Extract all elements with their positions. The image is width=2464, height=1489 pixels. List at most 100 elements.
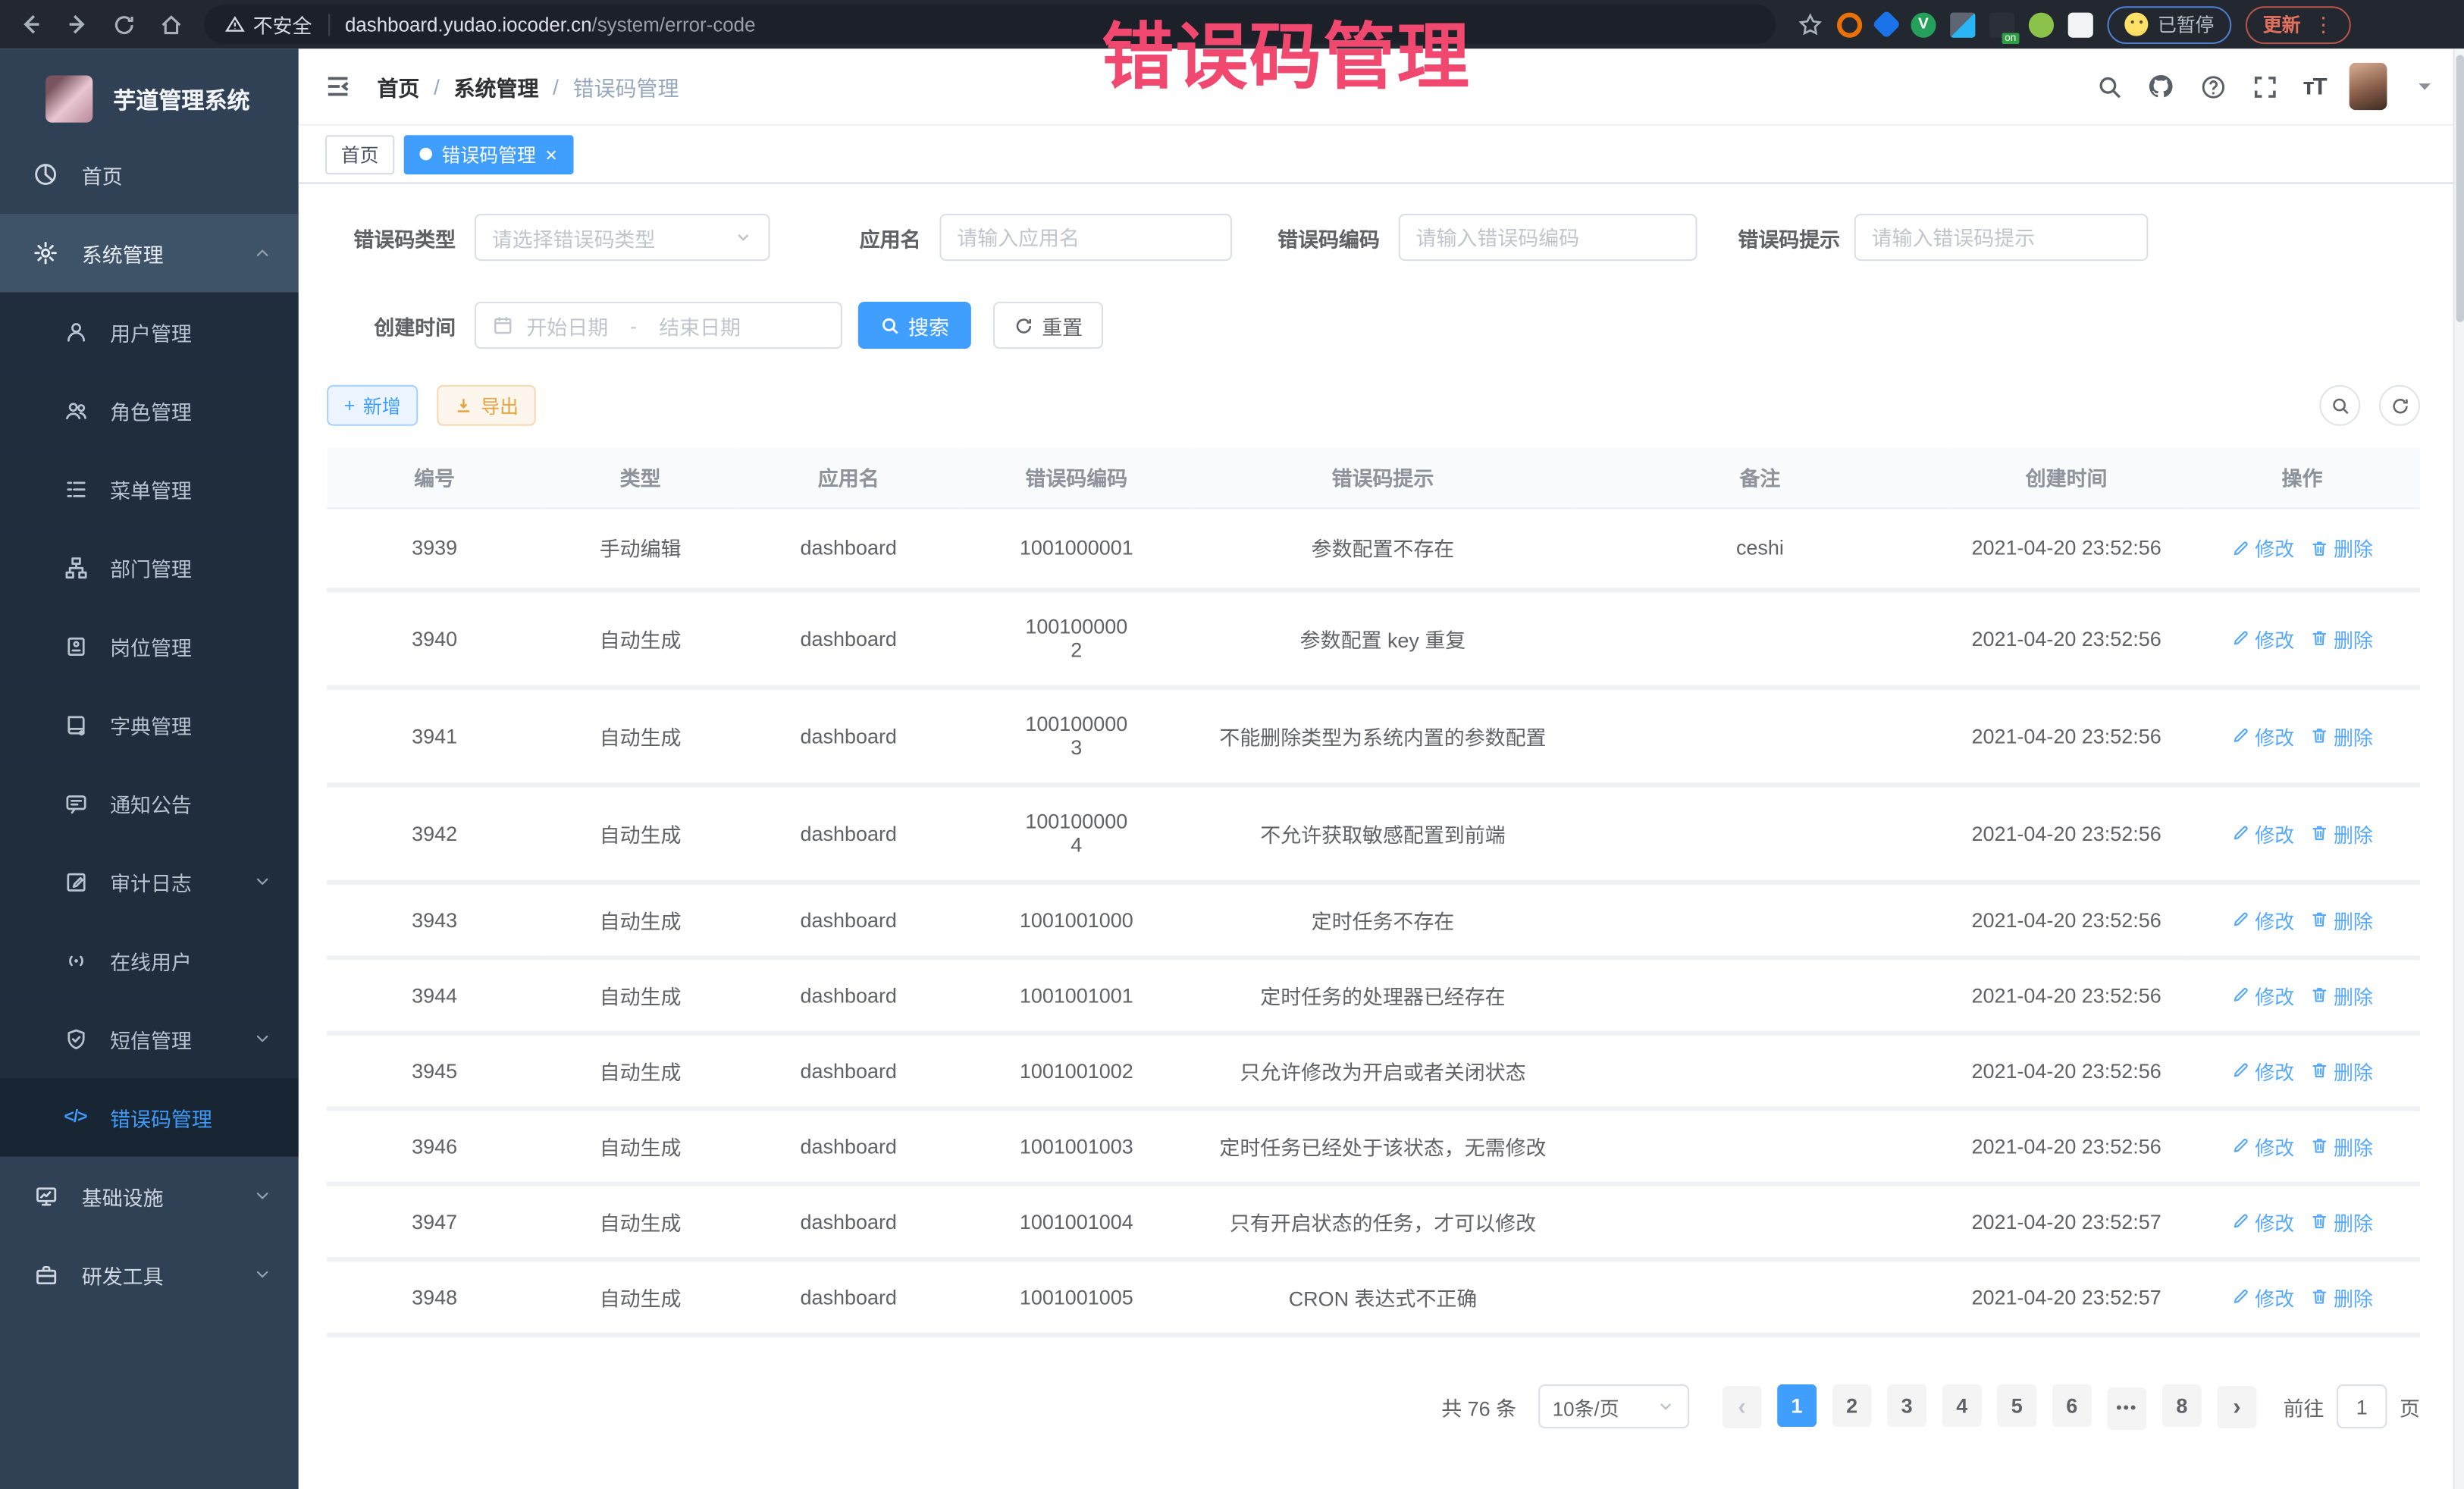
edit-link[interactable]: 修改 — [2231, 980, 2294, 1009]
fullscreen-icon[interactable] — [2251, 72, 2279, 100]
cell-type: 手动编辑 — [542, 507, 738, 589]
reset-button[interactable]: 重置 — [993, 302, 1103, 349]
sidebar-item-online-users[interactable]: 在线用户 — [0, 921, 299, 1000]
page-button-4[interactable]: 4 — [1942, 1384, 1982, 1426]
delete-link[interactable]: 删除 — [2310, 980, 2373, 1009]
address-bar[interactable]: 不安全 dashboard.yudao.iocoder.cn/system/er… — [204, 5, 1776, 44]
delete-link[interactable]: 删除 — [2310, 818, 2373, 848]
more-pages-button[interactable]: ••• — [2107, 1387, 2146, 1429]
sidebar-item-label: 错误码管理 — [110, 1102, 212, 1132]
app-name-input[interactable] — [939, 214, 1232, 261]
scrollbar[interactable] — [2453, 49, 2464, 1489]
caret-down-icon[interactable] — [2411, 72, 2439, 100]
refresh-table-button[interactable] — [2379, 385, 2420, 426]
page-button-1[interactable]: 1 — [1777, 1384, 1817, 1426]
prev-page-button[interactable]: ‹ — [1723, 1385, 1762, 1428]
breadcrumb-home[interactable]: 首页 — [377, 71, 419, 102]
sidebar-item-error-codes[interactable]: </>错误码管理 — [0, 1078, 299, 1157]
extension-icon[interactable] — [1950, 12, 1975, 37]
sidebar-item-system[interactable]: 系统管理 — [0, 214, 299, 293]
app-logo-row[interactable]: 芋道管理系统 — [0, 67, 299, 130]
cell-app: dashboard — [738, 882, 958, 957]
user-avatar[interactable] — [2350, 63, 2387, 110]
sidebar-item-departments[interactable]: 部门管理 — [0, 528, 299, 607]
add-button[interactable]: +新增 — [327, 385, 418, 426]
cell-actions: 修改删除 — [2184, 784, 2420, 882]
delete-link[interactable]: 删除 — [2310, 623, 2373, 653]
page-button-6[interactable]: 6 — [2052, 1384, 2092, 1426]
edit-link[interactable]: 修改 — [2231, 533, 2294, 563]
security-warning[interactable]: 不安全 — [224, 9, 312, 39]
extension-icon[interactable] — [1837, 12, 1862, 37]
extension-icon[interactable] — [1989, 12, 2014, 37]
error-hint-input[interactable] — [1854, 214, 2149, 261]
page-button-5[interactable]: 5 — [1997, 1384, 2036, 1426]
extensions-puzzle-icon[interactable] — [2068, 12, 2093, 37]
edit-link[interactable]: 修改 — [2231, 1130, 2294, 1160]
page-button-3[interactable]: 3 — [1887, 1384, 1926, 1426]
sidebar-item-dictionary[interactable]: 字典管理 — [0, 685, 299, 764]
github-icon[interactable] — [2147, 72, 2175, 100]
search-button[interactable]: 搜索 — [858, 302, 971, 349]
tab-home[interactable]: 首页 — [325, 134, 394, 174]
sidebar-item-infrastructure[interactable]: 基础设施 — [0, 1157, 299, 1236]
edit-link[interactable]: 修改 — [2231, 1281, 2294, 1311]
sidebar-item-users[interactable]: 用户管理 — [0, 293, 299, 371]
edit-link[interactable]: 修改 — [2231, 818, 2294, 848]
edit-link[interactable]: 修改 — [2231, 1055, 2294, 1085]
error-code-input[interactable] — [1399, 214, 1698, 261]
delete-link[interactable]: 删除 — [2310, 1130, 2373, 1160]
delete-link[interactable]: 删除 — [2310, 1281, 2373, 1311]
update-browser-button[interactable]: 更新⋮ — [2246, 5, 2351, 43]
sidebar-item-posts[interactable]: 岗位管理 — [0, 607, 299, 685]
tab-error-code[interactable]: 错误码管理× — [404, 134, 573, 174]
sidebar-item-menus[interactable]: 菜单管理 — [0, 450, 299, 528]
sidebar-item-dev-tools[interactable]: 研发工具 — [0, 1235, 299, 1314]
forward-icon[interactable] — [63, 10, 91, 38]
extension-icon[interactable]: V — [1911, 12, 1936, 37]
export-button[interactable]: 导出 — [437, 385, 536, 426]
sidebar-item-roles[interactable]: 角色管理 — [0, 371, 299, 450]
page-size-select[interactable]: 10条/页 — [1538, 1384, 1689, 1428]
extension-icon[interactable] — [2029, 12, 2054, 37]
sidebar-item-home[interactable]: 首页 — [0, 135, 299, 214]
bookmark-star-icon[interactable] — [1798, 12, 1823, 37]
profile-paused-badge[interactable]: 已暂停 — [2107, 5, 2231, 43]
edit-link[interactable]: 修改 — [2231, 720, 2294, 750]
search-icon[interactable] — [2096, 72, 2124, 100]
delete-link[interactable]: 删除 — [2310, 904, 2373, 934]
created-time-label: 创建时间 — [327, 310, 456, 340]
back-icon[interactable] — [16, 10, 44, 38]
delete-link[interactable]: 删除 — [2310, 1206, 2373, 1236]
help-icon[interactable] — [2199, 72, 2227, 100]
goto-page-input[interactable] — [2337, 1384, 2387, 1428]
close-tab-icon[interactable]: × — [545, 144, 557, 165]
scrollbar-thumb[interactable] — [2456, 55, 2464, 322]
edit-link[interactable]: 修改 — [2231, 623, 2294, 653]
reload-icon[interactable] — [110, 10, 138, 38]
error-type-select[interactable]: 请选择错误码类型 — [475, 214, 770, 261]
edit-link[interactable]: 修改 — [2231, 904, 2294, 934]
collapse-sidebar-icon[interactable] — [324, 72, 352, 100]
sidebar-item-notices[interactable]: 通知公告 — [0, 763, 299, 842]
browser-menu-icon[interactable]: ⋮ — [2313, 12, 2334, 37]
font-size-icon[interactable]: тT — [2303, 73, 2326, 99]
delete-link[interactable]: 删除 — [2310, 720, 2373, 750]
home-icon[interactable] — [157, 10, 185, 38]
extension-icon[interactable] — [1872, 10, 1901, 39]
delete-link[interactable]: 删除 — [2310, 533, 2373, 563]
date-range-input[interactable]: 开始日期 - 结束日期 — [475, 302, 842, 349]
delete-link[interactable]: 删除 — [2310, 1055, 2373, 1085]
page-button-8[interactable]: 8 — [2162, 1384, 2202, 1426]
edit-link[interactable]: 修改 — [2231, 1206, 2294, 1236]
toggle-search-button[interactable] — [2319, 385, 2360, 426]
page-button-2[interactable]: 2 — [1832, 1384, 1872, 1426]
breadcrumb-system[interactable]: 系统管理 — [454, 71, 539, 102]
cell-created: 2021-04-20 23:52:56 — [1948, 1108, 2184, 1183]
cell-hint: 不能删除类型为系统内置的参数配置 — [1194, 687, 1571, 785]
cell-remark — [1572, 1259, 1948, 1334]
sidebar-item-audit-log[interactable]: 审计日志 — [0, 842, 299, 921]
sidebar-item-label: 字典管理 — [110, 710, 192, 739]
sidebar-item-sms[interactable]: 短信管理 — [0, 999, 299, 1078]
next-page-button[interactable]: › — [2218, 1385, 2257, 1428]
